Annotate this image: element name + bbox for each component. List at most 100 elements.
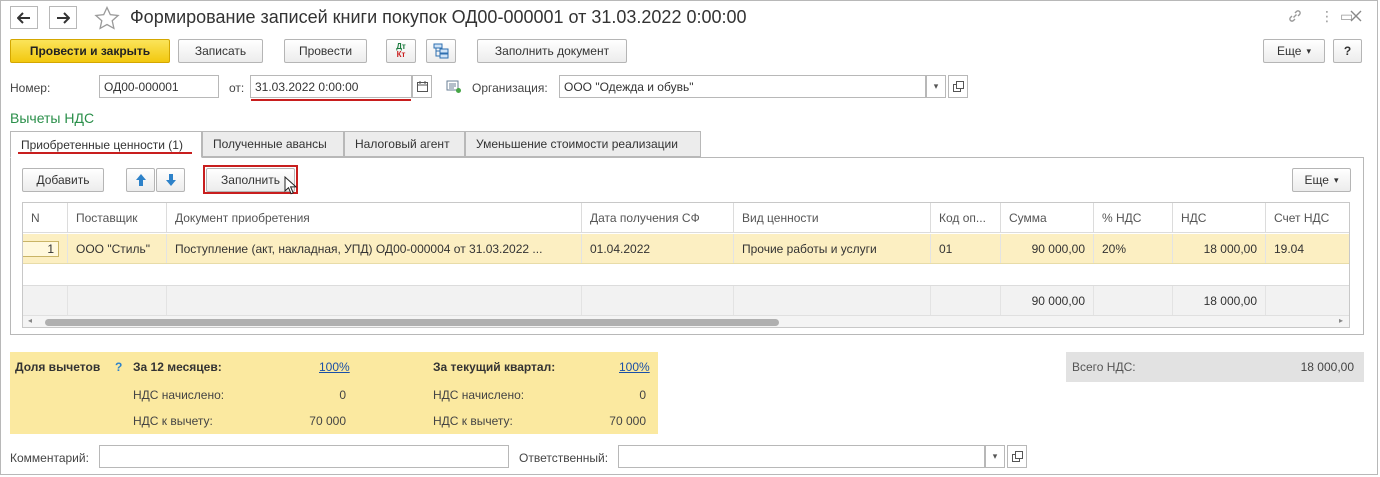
column-header-vat-account[interactable]: Счет НДС	[1266, 203, 1349, 233]
period12-percent-link[interactable]: 100%	[319, 360, 350, 374]
period12-label: За 12 месяцев:	[133, 360, 222, 374]
total-cell-blank	[582, 286, 734, 315]
more-label: Еще	[1304, 173, 1329, 187]
responsible-dropdown-button[interactable]: ▾	[985, 445, 1005, 468]
date-field[interactable]: 31.03.2022 0:00:00	[250, 75, 412, 98]
table-totals-row: 90 000,00 18 000,00	[23, 285, 1349, 315]
kt-label: Кт	[396, 50, 406, 59]
scrollbar-thumb[interactable]	[45, 319, 779, 326]
cell-n-value: 1	[23, 240, 59, 257]
total-vat: 18 000,00	[1173, 286, 1266, 315]
responsible-open-button[interactable]	[1007, 445, 1027, 468]
window-title: Формирование записей книги покупок ОД00-…	[130, 7, 747, 27]
column-header-kind[interactable]: Вид ценности	[734, 203, 931, 233]
organization-field[interactable]: ООО "Одежда и обувь"	[559, 75, 926, 98]
structure-button[interactable]	[426, 39, 456, 63]
share-label: Доля вычетов	[15, 360, 101, 374]
tab-label: Полученные авансы	[213, 137, 327, 151]
horizontal-scrollbar[interactable]: ◂ ▸	[23, 315, 1349, 327]
period12-deduct-value: 70 000	[309, 414, 346, 428]
move-up-button[interactable]	[126, 168, 155, 192]
organization-open-button[interactable]	[948, 75, 968, 98]
fill-button[interactable]: Заполнить	[206, 168, 295, 192]
purchases-table: N Поставщик Документ приобретения Дата п…	[22, 202, 1350, 328]
document-settings-icon[interactable]	[446, 80, 462, 97]
column-header-document[interactable]: Документ приобретения	[167, 203, 582, 233]
empty-row-area	[23, 264, 1349, 285]
help-button[interactable]: ?	[1333, 39, 1362, 63]
move-down-button[interactable]	[156, 168, 185, 192]
add-button[interactable]: Добавить	[22, 168, 104, 192]
link-icon[interactable]	[1287, 8, 1303, 27]
total-sum: 90 000,00	[1001, 286, 1094, 315]
chevron-down-icon: ▾	[1306, 45, 1311, 56]
comment-field[interactable]	[99, 445, 509, 468]
total-vat-value: 18 000,00	[1300, 360, 1354, 374]
arrow-right-icon	[57, 11, 70, 24]
total-vat-label: Всего НДС:	[1072, 360, 1136, 374]
structure-icon	[433, 43, 449, 59]
cell-document: Поступление (акт, накладная, УПД) ОД00-0…	[167, 234, 582, 263]
column-header-vat-rate[interactable]: % НДС	[1094, 203, 1173, 233]
column-header-n[interactable]: N	[23, 203, 68, 233]
quarter-label: За текущий квартал:	[433, 360, 556, 374]
organization-label: Организация:	[472, 81, 548, 95]
post-button[interactable]: Провести	[284, 39, 367, 63]
help-icon[interactable]: ?	[115, 360, 122, 374]
dropdown-arrow-icon: ▾	[992, 451, 998, 461]
section-title: Вычеты НДС	[10, 110, 95, 126]
cell-code: 01	[931, 234, 1001, 263]
column-header-code[interactable]: Код оп...	[931, 203, 1001, 233]
cell-sf-date: 01.04.2022	[582, 234, 734, 263]
quarter-accrued-value: 0	[639, 388, 646, 402]
comment-label: Комментарий:	[10, 451, 89, 465]
post-and-close-button[interactable]: Провести и закрыть	[10, 39, 170, 63]
more-actions-icon[interactable]: ⋮	[1320, 8, 1334, 25]
back-button[interactable]	[10, 6, 38, 29]
dt-kt-button[interactable]: Дт Кт	[386, 39, 416, 63]
cell-n: 1	[23, 234, 68, 263]
save-button[interactable]: Записать	[178, 39, 263, 63]
total-cell-blank	[1266, 286, 1349, 315]
organization-dropdown-button[interactable]: ▾	[926, 75, 946, 98]
column-header-sf-date[interactable]: Дата получения СФ	[582, 203, 734, 233]
more-button[interactable]: Еще ▾	[1263, 39, 1325, 63]
total-cell-blank	[68, 286, 167, 315]
quarter-percent-link[interactable]: 100%	[619, 360, 650, 374]
column-header-supplier[interactable]: Поставщик	[68, 203, 167, 233]
arrow-up-icon	[135, 174, 146, 186]
column-header-sum[interactable]: Сумма	[1001, 203, 1094, 233]
table-row[interactable]: 1 ООО "Стиль" Поступление (акт, накладна…	[23, 234, 1349, 264]
table-more-button[interactable]: Еще ▾	[1292, 168, 1351, 192]
number-field[interactable]: ОД00-000001	[99, 75, 219, 98]
responsible-label: Ответственный:	[519, 451, 609, 465]
period12-deduct-label: НДС к вычету:	[133, 414, 213, 428]
cell-vat-rate: 20%	[1094, 234, 1173, 263]
cell-supplier: ООО "Стиль"	[68, 234, 167, 263]
scroll-right-icon[interactable]: ▸	[1339, 316, 1343, 325]
scroll-left-icon[interactable]: ◂	[28, 316, 32, 325]
arrow-down-icon	[165, 174, 176, 186]
tab-tax-agent[interactable]: Налоговый агент	[344, 131, 465, 157]
number-label: Номер:	[10, 81, 51, 95]
total-cell-blank	[167, 286, 582, 315]
forward-button[interactable]	[49, 6, 77, 29]
tab-received-advances[interactable]: Полученные авансы	[202, 131, 344, 157]
period12-accrued-value: 0	[339, 388, 346, 402]
date-highlight-underline	[251, 99, 411, 101]
responsible-field[interactable]	[618, 445, 985, 468]
tab-cost-reduction[interactable]: Уменьшение стоимости реализации	[465, 131, 701, 157]
cell-vat: 18 000,00	[1173, 234, 1266, 263]
quarter-accrued-label: НДС начислено:	[433, 388, 525, 402]
column-header-vat[interactable]: НДС	[1173, 203, 1266, 233]
quarter-deduct-label: НДС к вычету:	[433, 414, 513, 428]
favorite-star-icon[interactable]	[94, 5, 120, 33]
total-cell-blank	[1094, 286, 1173, 315]
tab-label: Уменьшение стоимости реализации	[476, 137, 678, 151]
fill-document-button[interactable]: Заполнить документ	[477, 39, 627, 63]
period12-accrued-label: НДС начислено:	[133, 388, 225, 402]
calendar-button[interactable]	[412, 75, 432, 98]
close-icon[interactable]	[1350, 10, 1362, 25]
more-label: Еще	[1277, 44, 1302, 58]
arrow-left-icon	[17, 11, 30, 24]
